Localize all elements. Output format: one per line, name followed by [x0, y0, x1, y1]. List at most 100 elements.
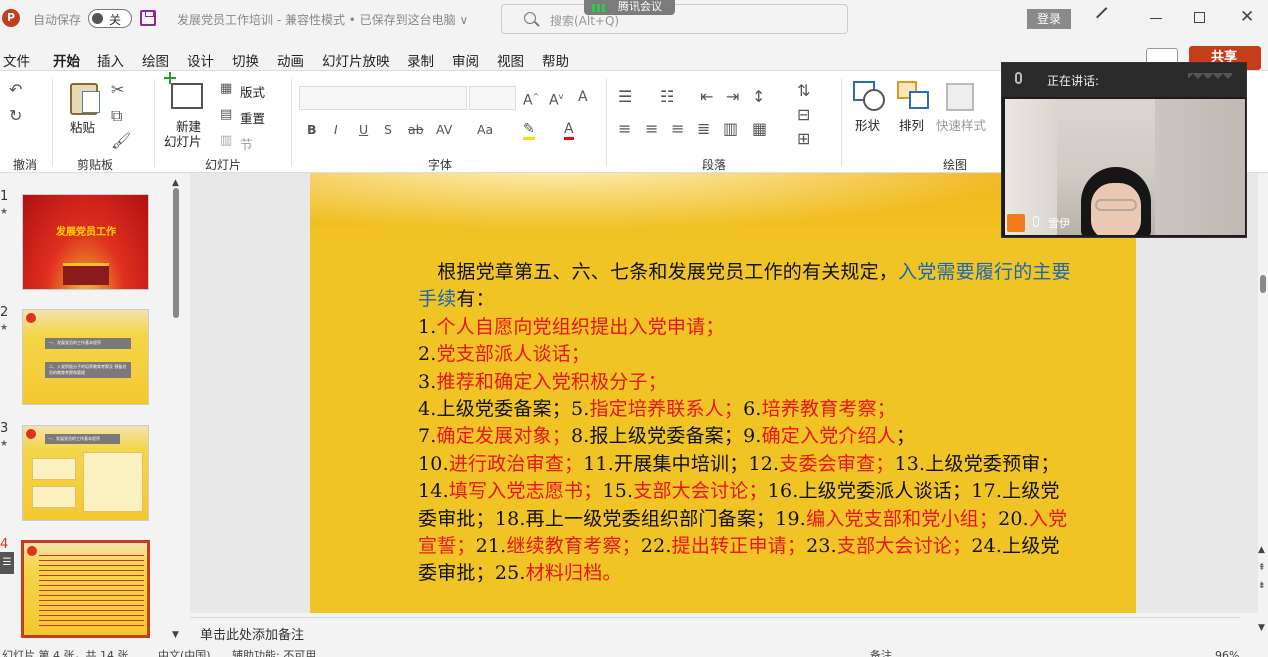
meeting-badge[interactable]: 腾讯会议 [584, 0, 675, 15]
align-right-icon[interactable]: ≡ [671, 121, 684, 137]
font-color-icon[interactable]: A [564, 121, 574, 140]
shapes-icon[interactable] [853, 81, 885, 111]
slide-body-text[interactable]: 根据党章第五、六、七条和发展党员工作的有关规定，入党需要履行的主要手续有： 1.… [418, 259, 1078, 588]
slide-thumbnail-4[interactable] [21, 540, 150, 638]
participant-name: 雪伊 [1048, 217, 1070, 230]
ribbon-separator [52, 79, 53, 167]
new-slide-label2[interactable]: 幻灯片 [164, 131, 202, 150]
background-door [1155, 99, 1245, 235]
increase-font-icon[interactable]: A^ [523, 89, 539, 109]
menu-home[interactable]: 开始 [53, 50, 80, 73]
quick-styles-button[interactable]: 快速样式 [936, 115, 986, 134]
section-button[interactable]: 节 [240, 134, 253, 153]
decrease-indent-icon[interactable]: ⇤ [700, 89, 713, 105]
menu-record[interactable]: 录制 [407, 50, 434, 70]
menu-slideshow[interactable]: 幻灯片放映 [322, 50, 390, 70]
format-painter-icon[interactable]: 🖌 [111, 133, 131, 149]
slide-thumbnail-2[interactable]: 一、发展党员的工作基本程序 二、入党积极分子的培养教育考察及 预备党员的教育考察… [22, 309, 149, 405]
notes-placeholder[interactable]: 单击此处添加备注 [200, 624, 304, 643]
autosave-toggle[interactable]: 关 [88, 9, 132, 28]
columns-icon[interactable]: ▦ [752, 121, 767, 137]
group-paragraph-label: 段落 [702, 158, 727, 172]
menu-view[interactable]: 视图 [497, 50, 524, 70]
font-size-select[interactable] [469, 86, 516, 110]
current-slide[interactable]: 根据党章第五、六、七条和发展党员工作的有关规定，入党需要履行的主要手续有： 1.… [310, 173, 1136, 613]
quick-styles-icon[interactable] [946, 83, 974, 111]
minimize-icon[interactable] [1150, 18, 1162, 19]
shapes-button[interactable]: 形状 [855, 115, 880, 134]
distribute-icon[interactable]: ▥ [723, 121, 738, 137]
align-text-icon[interactable]: ⊟ [797, 107, 810, 123]
text-direction-icon[interactable]: ⇅ [797, 83, 810, 99]
bullets-icon[interactable]: ☰ [618, 89, 632, 105]
reset-button[interactable]: 重置 [240, 108, 265, 127]
scroll-up-icon[interactable]: ▲ [172, 178, 179, 188]
menu-insert[interactable]: 插入 [97, 50, 124, 70]
slide-thumbnail-1[interactable]: 发展党员工作 [22, 194, 149, 290]
login-button[interactable]: 登录 [1027, 9, 1071, 29]
menu-file[interactable]: 文件 [3, 50, 30, 70]
scroll-up-icon[interactable]: ▲ [1258, 545, 1265, 555]
next-slide-icon[interactable]: ⇟ [1258, 581, 1266, 591]
thumb-box [32, 458, 76, 480]
language[interactable]: 中文(中国) [158, 648, 211, 657]
char-spacing-button[interactable]: AV [436, 122, 452, 137]
scroll-thumb[interactable] [1260, 275, 1266, 293]
prev-slide-icon[interactable]: ⇞ [1258, 563, 1266, 573]
smartart-icon[interactable]: ⊞ [797, 131, 810, 147]
menu-design[interactable]: 设计 [187, 50, 214, 70]
paste-label[interactable]: 粘贴 [70, 117, 95, 136]
cut-icon[interactable]: ✂ [111, 82, 124, 98]
scroll-down-icon[interactable]: ▼ [1258, 623, 1265, 633]
redo-icon[interactable]: ↻ [9, 108, 22, 124]
editor-scrollbar[interactable]: ▲ ⇞ ⇟ ▼ [1258, 173, 1268, 648]
increase-indent-icon[interactable]: ⇥ [726, 89, 739, 105]
justify-icon[interactable]: ≣ [697, 121, 710, 137]
step-num: 23. [806, 535, 837, 558]
line-spacing-icon[interactable]: ↕ [752, 89, 765, 105]
menu-help[interactable]: 帮助 [542, 50, 569, 70]
accessibility[interactable]: 辅助功能: 不可用 [232, 648, 316, 657]
meeting-video-window[interactable]: 正在讲话: 雪伊 [1001, 62, 1247, 238]
close-icon[interactable]: ✕ [1240, 9, 1254, 26]
pen-icon[interactable] [1096, 7, 1116, 27]
italic-button[interactable]: I [334, 122, 338, 137]
save-icon[interactable] [140, 10, 156, 26]
numbering-icon[interactable]: ☷ [660, 89, 674, 105]
scroll-thumb[interactable] [173, 188, 179, 318]
step-text: 进行政治审查； [448, 452, 584, 475]
menu-review[interactable]: 审阅 [452, 50, 479, 70]
ribbon-separator [841, 79, 842, 167]
align-left-icon[interactable]: ≡ [618, 121, 631, 137]
undo-icon[interactable]: ↶ [9, 82, 22, 98]
notes-pane[interactable]: 单击此处添加备注 [190, 617, 1240, 645]
menu-transitions[interactable]: 切换 [232, 50, 259, 70]
bold-button[interactable]: B [307, 122, 317, 137]
slide-thumbnail-3[interactable]: 一、发展党员的工作基本程序 [22, 425, 149, 521]
arrange-icon[interactable] [897, 81, 929, 109]
font-name-select[interactable] [299, 86, 467, 110]
highlight-icon[interactable]: ✎ [523, 121, 535, 140]
arrange-button[interactable]: 排列 [899, 115, 924, 134]
decrease-font-icon[interactable]: Av [549, 89, 563, 109]
shadow-button[interactable]: S [384, 122, 392, 137]
new-slide-icon[interactable] [164, 72, 203, 109]
underline-button[interactable]: U [359, 122, 368, 137]
paste-icon[interactable] [70, 83, 100, 115]
align-center-icon[interactable]: ≡ [645, 121, 658, 137]
strikethrough-button[interactable]: ab [408, 122, 424, 137]
menu-draw[interactable]: 绘图 [142, 50, 169, 70]
thumbnail-scrollbar[interactable]: ▲ ▼ [172, 178, 181, 640]
clear-format-icon[interactable]: A [578, 89, 588, 105]
zoom-level[interactable]: 96% [1215, 648, 1239, 657]
layout-button[interactable]: 版式 [240, 82, 265, 101]
step-text: 推荐和确定入党积极分子； [436, 370, 667, 393]
step-num: 6. [743, 398, 762, 421]
copy-icon[interactable]: ⧉ [111, 108, 122, 124]
notes-toggle[interactable]: 备注 [870, 648, 892, 657]
document-title[interactable]: 发展党员工作培训 - 兼容性模式 • 已保存到这台电脑 ∨ [177, 11, 468, 28]
scroll-down-icon[interactable]: ▼ [172, 630, 179, 640]
change-case-button[interactable]: Aa [477, 122, 493, 137]
menu-animations[interactable]: 动画 [277, 50, 304, 70]
restore-icon[interactable] [1194, 12, 1205, 23]
